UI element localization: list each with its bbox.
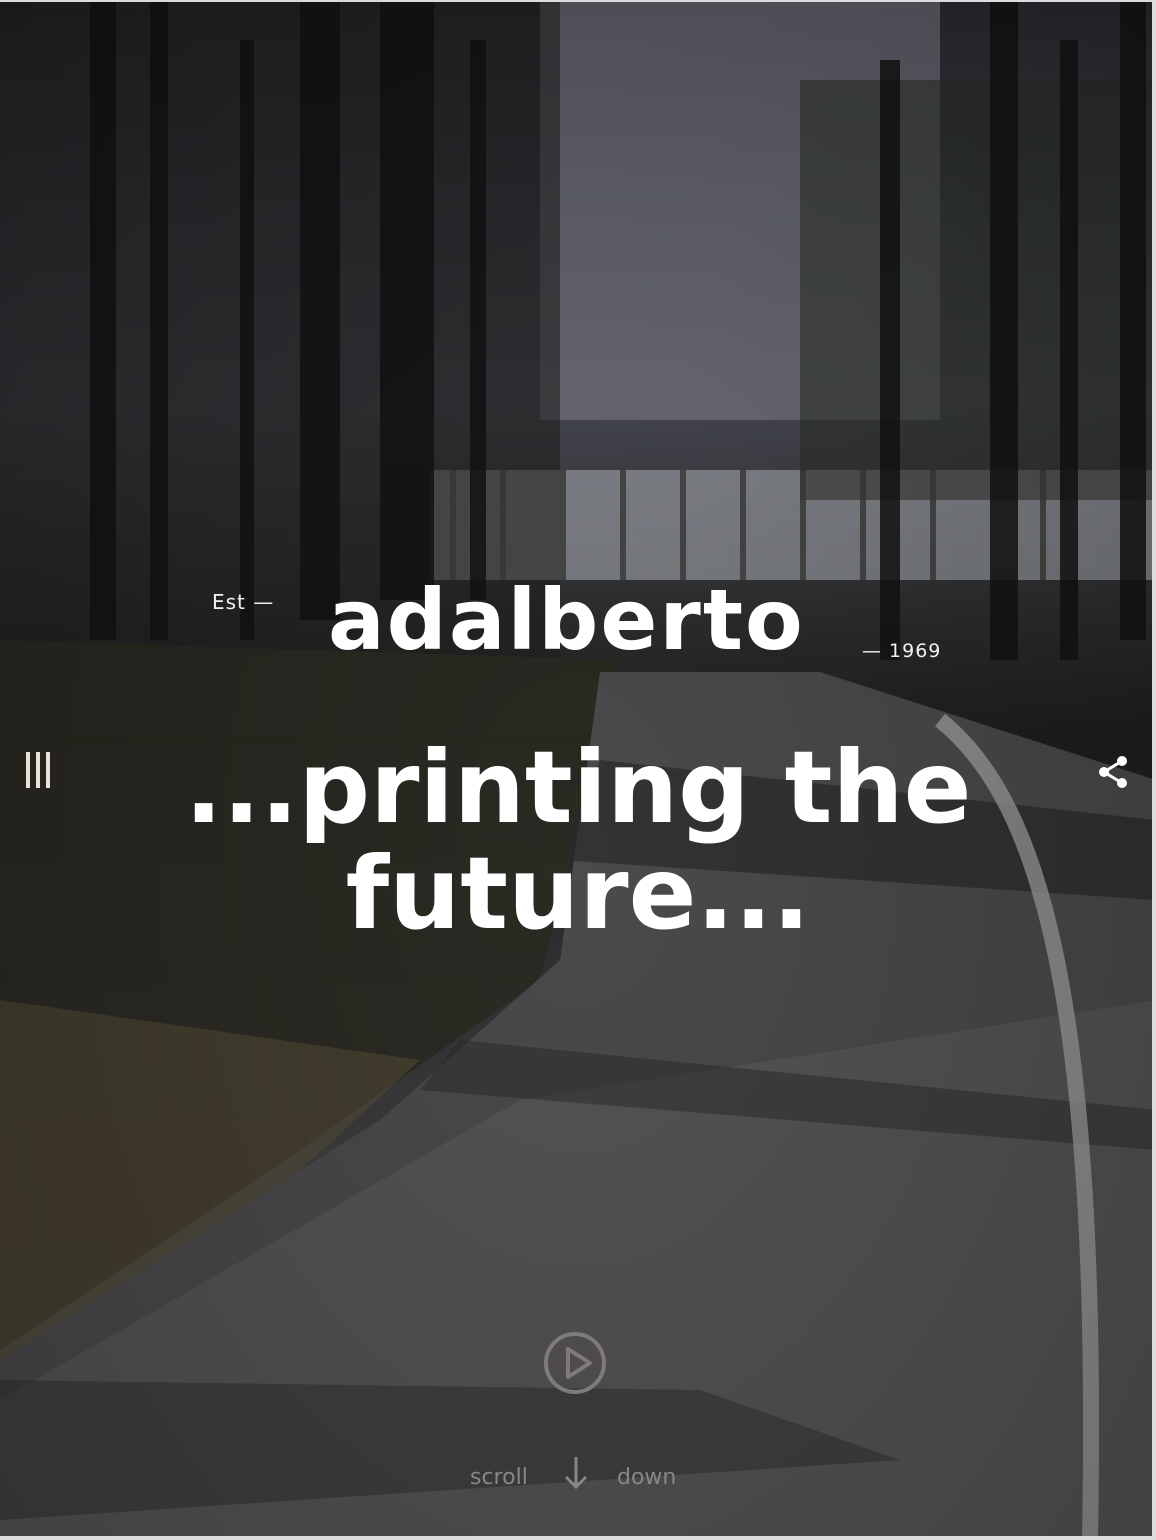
brand-logo[interactable]: adalberto [328, 570, 805, 670]
down-label: down [617, 1465, 677, 1490]
play-icon [544, 1332, 606, 1394]
share-button[interactable] [1096, 754, 1132, 790]
frame-border-top [0, 0, 1156, 2]
hero-section: Est — adalberto — 1969 ...printing the f… [0, 0, 1156, 1540]
scroll-label: scroll [470, 1465, 528, 1490]
scroll-down-indicator[interactable]: scroll down [0, 1455, 1156, 1505]
play-video-button[interactable] [542, 1330, 608, 1396]
arrow-down-icon [564, 1457, 588, 1490]
established-label: Est — [212, 590, 275, 614]
menu-button[interactable] [22, 750, 56, 790]
hero-tagline: ...printing the future... [184, 729, 972, 952]
year-label: — 1969 [862, 640, 942, 662]
frame-border-bottom [0, 1536, 1156, 1540]
frame-border-right [1152, 0, 1156, 1540]
brand-row: Est — adalberto — 1969 [0, 570, 1156, 670]
share-icon [1099, 756, 1127, 788]
